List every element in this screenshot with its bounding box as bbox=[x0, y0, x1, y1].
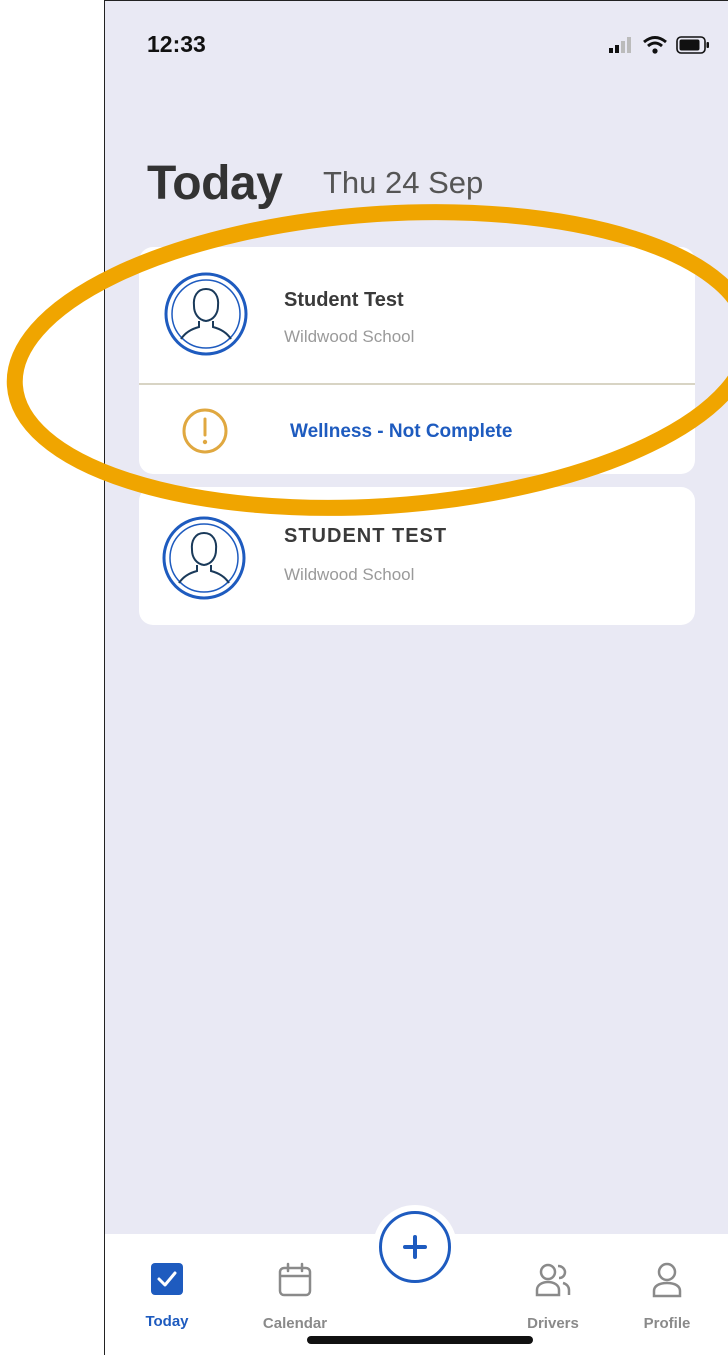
student-card[interactable]: Student Test Wildwood School Wellness - … bbox=[139, 247, 695, 474]
card-divider bbox=[139, 383, 695, 385]
tab-profile[interactable]: Profile bbox=[617, 1262, 717, 1332]
tab-today[interactable]: Today bbox=[117, 1262, 217, 1330]
status-time: 12:33 bbox=[147, 31, 206, 57]
tab-drivers[interactable]: Drivers bbox=[503, 1262, 603, 1332]
signal-icon bbox=[609, 37, 631, 53]
tab-label: Today bbox=[145, 1313, 189, 1330]
add-button[interactable] bbox=[379, 1211, 451, 1283]
student-name: STUDENT TEST bbox=[284, 525, 448, 547]
add-button-wrapper bbox=[373, 1205, 457, 1289]
avatar-icon bbox=[164, 272, 248, 356]
tab-calendar[interactable]: Calendar bbox=[245, 1262, 345, 1332]
drivers-icon bbox=[535, 1263, 571, 1297]
phone-screen: 12:33 Today Thu 24 Sep Student Test Wild… bbox=[104, 0, 728, 1355]
student-school: Wildwood School bbox=[284, 327, 415, 346]
page-date: Thu 24 Sep bbox=[323, 165, 484, 200]
student-school: Wildwood School bbox=[284, 565, 415, 584]
student-card[interactable]: STUDENT TEST Wildwood School bbox=[139, 487, 695, 625]
tab-label: Profile bbox=[643, 1315, 691, 1332]
wellness-status-link[interactable]: Wellness - Not Complete bbox=[290, 421, 512, 443]
wifi-icon bbox=[643, 36, 667, 54]
avatar-icon bbox=[162, 516, 246, 600]
status-icons bbox=[608, 35, 710, 55]
checkbox-icon bbox=[151, 1263, 183, 1295]
tab-label: Calendar bbox=[262, 1315, 328, 1332]
person-icon bbox=[652, 1262, 682, 1298]
exclamation-icon bbox=[182, 408, 228, 454]
plus-icon bbox=[403, 1235, 427, 1259]
battery-icon bbox=[676, 36, 709, 54]
calendar-icon bbox=[278, 1262, 312, 1297]
home-indicator[interactable] bbox=[307, 1336, 533, 1344]
tab-label: Drivers bbox=[527, 1315, 579, 1332]
page-title: Today bbox=[147, 157, 283, 210]
student-name: Student Test bbox=[284, 289, 404, 311]
